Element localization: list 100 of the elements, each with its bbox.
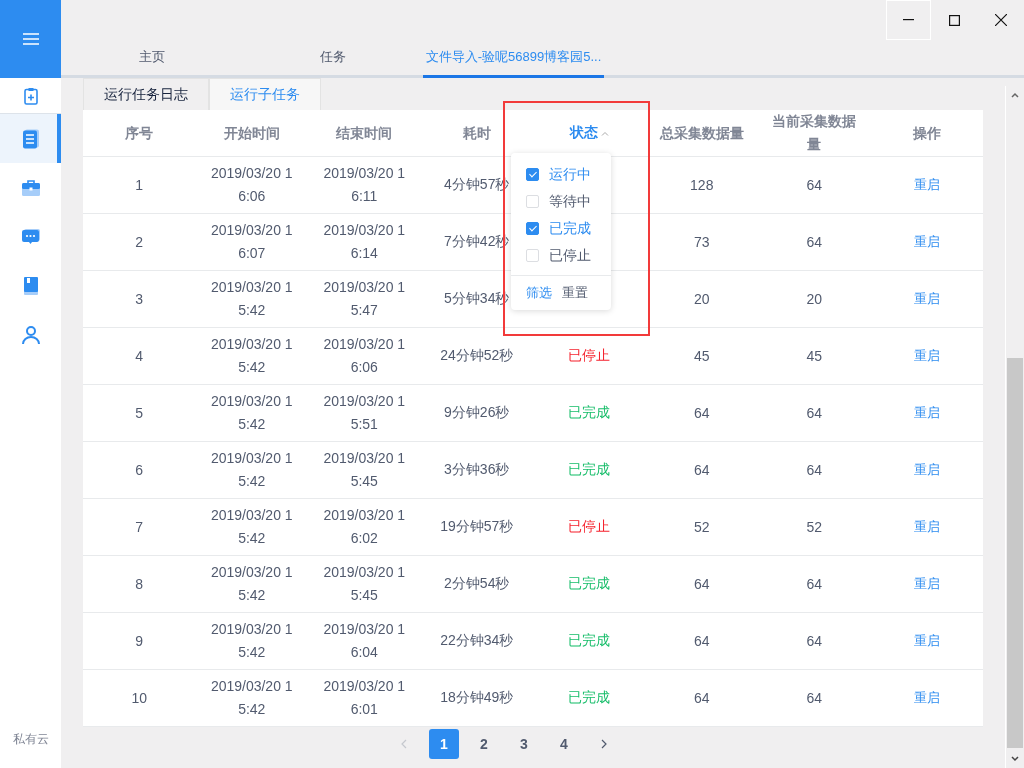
status-text: 已完成 (568, 404, 611, 420)
sub-tab[interactable]: 运行子任务 (209, 78, 321, 110)
table-cell: 9 (135, 633, 144, 649)
column-header: 结束时间 (336, 123, 393, 143)
table-cell: 64 (806, 234, 823, 250)
table-cell-text: 2019/03/20 15:42 (209, 335, 294, 377)
table-cell-text: 2019/03/20 15:42 (209, 449, 294, 491)
table-cell: 18分钟49秒 (440, 689, 514, 705)
table-cell: 64 (806, 576, 823, 592)
checkbox[interactable] (526, 168, 539, 181)
column-header: 序号 (125, 123, 154, 143)
table-cell-text: 2019/03/20 15:51 (322, 392, 407, 434)
restart-link[interactable]: 重启 (913, 689, 940, 707)
table-cell: 4 (135, 348, 144, 364)
table-cell-text: 2019/03/20 16:11 (322, 164, 407, 206)
chevron-left-icon (401, 739, 407, 749)
table-cell: 3 (135, 291, 144, 307)
scroll-up-icon[interactable] (1011, 92, 1019, 98)
table-cell-text: 2019/03/20 15:45 (322, 449, 407, 491)
sidebar-item[interactable] (0, 114, 61, 163)
table-cell: 2分钟54秒 (444, 575, 510, 591)
filter-option[interactable]: 运行中 (511, 161, 611, 188)
table-cell: 6 (135, 462, 144, 478)
table-cell: 20 (806, 291, 823, 307)
scrollbar-thumb[interactable] (1007, 358, 1023, 748)
minimize-icon (903, 19, 914, 21)
restart-link[interactable]: 重启 (913, 176, 940, 194)
tab[interactable]: 任务 (242, 42, 423, 78)
restart-link[interactable]: 重启 (913, 404, 940, 422)
table-cell: 64 (806, 633, 823, 649)
column-header: 开始时间 (223, 123, 280, 143)
table-cell: 64 (693, 576, 710, 592)
status-text: 已完成 (568, 461, 611, 477)
restart-link[interactable]: 重启 (913, 632, 940, 650)
table-cell-text: 2019/03/20 15:42 (209, 620, 294, 662)
column-header: 耗时 (462, 123, 491, 143)
restart-link[interactable]: 重启 (913, 347, 940, 365)
checkbox[interactable] (526, 222, 539, 235)
table-cell: 20 (693, 291, 710, 307)
tab[interactable]: 主页 (61, 42, 242, 78)
book-icon (23, 276, 38, 295)
table-cell: 10 (131, 690, 148, 706)
reset-button[interactable]: 重置 (562, 284, 588, 302)
table-cell: 64 (693, 690, 710, 706)
table-cell: 64 (806, 462, 823, 478)
table-cell: 7 (135, 519, 144, 535)
status-text: 已完成 (568, 575, 611, 591)
table-cell-text: 2019/03/20 15:42 (209, 278, 294, 320)
table-cell-text: 2019/03/20 15:42 (209, 563, 294, 605)
table-cell-text: 2019/03/20 16:06 (322, 335, 407, 377)
restart-link[interactable]: 重启 (913, 233, 940, 251)
table-cell: 9分钟26秒 (444, 404, 510, 420)
sub-tab[interactable]: 运行任务日志 (83, 78, 209, 110)
table-cell: 52 (693, 519, 710, 535)
filter-button[interactable]: 筛选 (526, 284, 552, 302)
footer-label: 私有云 (11, 730, 50, 748)
table-cell-text: 2019/03/20 16:14 (322, 221, 407, 263)
table-cell: 64 (693, 405, 710, 421)
close-icon (994, 14, 1007, 26)
filter-option[interactable]: 已停止 (511, 242, 611, 269)
restart-link[interactable]: 重启 (913, 290, 940, 308)
filter-option[interactable]: 等待中 (511, 188, 611, 215)
table-cell: 64 (806, 690, 823, 706)
filter-option[interactable]: 已完成 (511, 215, 611, 242)
page-button[interactable]: 1 (429, 729, 459, 759)
table-cell-text: 2019/03/20 16:04 (322, 620, 407, 662)
table-cell-text: 2019/03/20 15:47 (322, 278, 407, 320)
scroll-down-icon[interactable] (1011, 756, 1019, 762)
table-cell-text: 2019/03/20 15:45 (322, 563, 407, 605)
tab[interactable]: 文件导入-验呢56899博客园5... (423, 42, 604, 78)
table-cell: 128 (690, 177, 714, 193)
clipboard-plus-icon (23, 86, 38, 105)
table-cell-text: 2019/03/20 16:07 (209, 221, 294, 263)
restart-link[interactable]: 重启 (913, 518, 940, 536)
column-header: 当前采集数据量 (771, 112, 858, 154)
table-cell: 64 (806, 177, 823, 193)
table-cell-text: 2019/03/20 16:02 (322, 506, 407, 548)
table-cell: 3分钟36秒 (444, 461, 510, 477)
restart-link[interactable]: 重启 (913, 461, 940, 479)
user-icon (21, 325, 40, 344)
table-cell: 45 (693, 348, 710, 364)
table-cell: 24分钟52秒 (440, 347, 514, 363)
table-cell: 2 (135, 234, 144, 250)
table-cell: 8 (135, 576, 144, 592)
table-cell: 64 (693, 462, 710, 478)
table-cell: 45 (806, 348, 823, 364)
status-text: 已完成 (568, 689, 611, 705)
chevron-right-icon (601, 739, 607, 749)
table-cell: 73 (693, 234, 710, 250)
menu-button[interactable] (0, 0, 61, 78)
table-cell-text: 2019/03/20 15:42 (209, 677, 294, 719)
table-cell: 64 (806, 405, 823, 421)
status-text: 已完成 (568, 632, 611, 648)
briefcase-icon (21, 179, 40, 196)
restart-link[interactable]: 重启 (913, 575, 940, 593)
column-header: 操作 (912, 123, 941, 143)
column-header[interactable]: 状态 (569, 124, 598, 140)
chat-bubble-icon (21, 228, 40, 245)
table-cell-text: 2019/03/20 16:06 (209, 164, 294, 206)
table-cell: 52 (806, 519, 823, 535)
